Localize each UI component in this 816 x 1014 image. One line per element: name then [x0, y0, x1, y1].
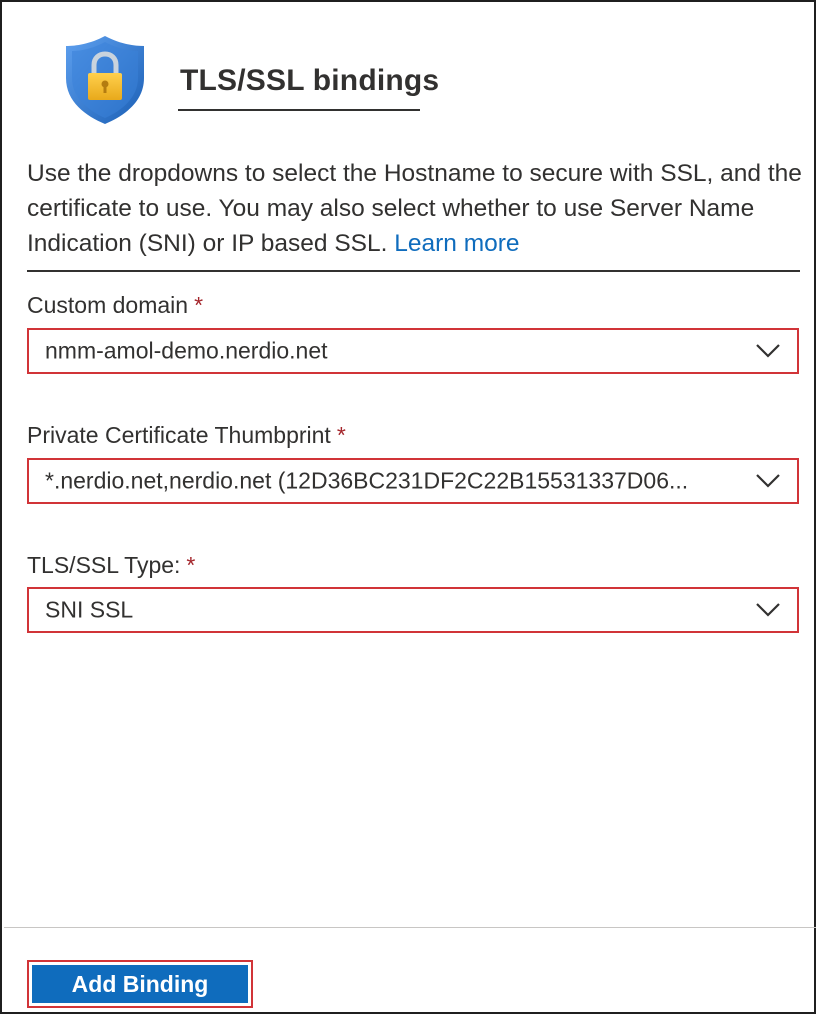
ssl-type-value: SNI SSL [45, 596, 134, 623]
ssl-type-label-text: TLS/SSL Type: [27, 552, 181, 578]
tls-ssl-bindings-panel: TLS/SSL bindings Use the dropdowns to se… [0, 0, 816, 1014]
required-marker: * [336, 422, 346, 448]
page-title: TLS/SSL bindings [180, 64, 440, 97]
add-binding-button[interactable]: Add Binding [32, 965, 248, 1003]
title-underline [178, 109, 420, 111]
certificate-label: Private Certificate Thumbprint * [27, 422, 346, 449]
certificate-value: *.nerdio.net,nerdio.net (12D36BC231DF2C2… [45, 467, 689, 494]
description-divider [27, 270, 800, 272]
custom-domain-dropdown[interactable]: nmm-amol-demo.nerdio.net [27, 328, 799, 374]
chevron-down-icon [756, 344, 780, 358]
required-marker: * [186, 552, 196, 578]
chevron-down-icon [756, 603, 780, 617]
certificate-thumbprint-dropdown[interactable]: *.nerdio.net,nerdio.net (12D36BC231DF2C2… [27, 458, 799, 504]
custom-domain-label: Custom domain * [27, 292, 203, 319]
footer-divider [4, 927, 816, 928]
ssl-type-dropdown[interactable]: SNI SSL [27, 587, 799, 633]
custom-domain-value: nmm-amol-demo.nerdio.net [45, 337, 328, 364]
add-binding-highlight: Add Binding [27, 960, 253, 1008]
description-text: Use the dropdowns to select the Hostname… [27, 156, 807, 261]
panel-header: TLS/SSL bindings [60, 34, 440, 126]
chevron-down-icon [756, 474, 780, 488]
certificate-label-text: Private Certificate Thumbprint [27, 422, 331, 448]
custom-domain-label-text: Custom domain [27, 292, 189, 318]
learn-more-link[interactable]: Learn more [394, 230, 519, 257]
ssl-type-label: TLS/SSL Type: * [27, 552, 195, 579]
required-marker: * [194, 292, 204, 318]
shield-lock-icon [66, 36, 144, 124]
